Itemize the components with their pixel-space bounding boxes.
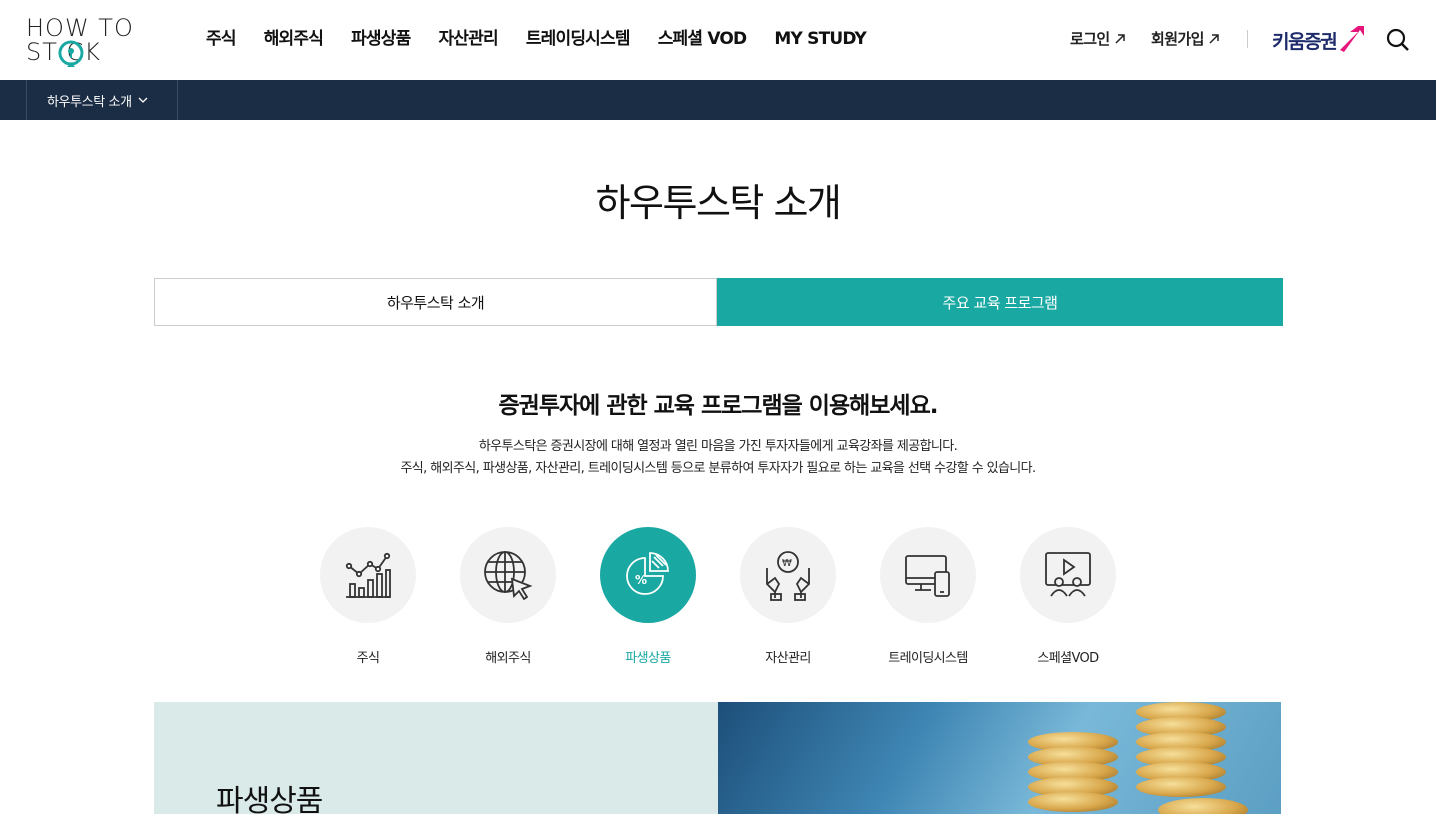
category-label: 해외주식 — [485, 651, 531, 666]
gnb-item-stock[interactable]: 주식 — [206, 27, 236, 51]
intro-heading: 증권투자에 관한 교육 프로그램을 이용해보세요. — [498, 393, 939, 419]
gnb-item-derivatives[interactable]: 파생상품 — [351, 27, 411, 51]
category-label: 트레이딩시스템 — [888, 651, 968, 666]
logo-lock-icon — [58, 40, 84, 67]
search-icon[interactable] — [1386, 28, 1410, 52]
howtostock-logo[interactable]: HOW TO ST CK — [26, 14, 136, 67]
logo-text-top: HOW TO — [26, 14, 134, 42]
sub-nav-bar: 하우투스탁 소개 — [0, 80, 1436, 120]
category-circle — [320, 527, 416, 623]
global-nav: 주식 해외주식 파생상품 자산관리 트레이딩시스템 스페셜 VOD MY STU… — [206, 27, 894, 51]
category-overseas-stock[interactable]: 해외주식 — [460, 527, 556, 666]
category-label: 주식 — [356, 651, 380, 666]
gnb-item-special-vod[interactable]: 스페셜 VOD — [658, 27, 747, 51]
kiwoom-arrow-icon — [1340, 26, 1364, 52]
intro-paragraph: 하우투스탁은 증권시장에 대해 열정과 열린 마음을 가진 투자자들에게 교육강… — [0, 436, 1436, 480]
category-circle: ₩ — [740, 527, 836, 623]
category-stock[interactable]: 주식 — [320, 527, 416, 666]
signup-label: 회원가입 — [1151, 30, 1204, 48]
coin-shape — [1028, 792, 1118, 812]
svg-text:₩: ₩ — [782, 558, 792, 569]
intro-line-1: 하우투스탁은 증권시장에 대해 열정과 열린 마음을 가진 투자자들에게 교육강… — [478, 439, 958, 454]
top-header: HOW TO ST CK 주식 해외주식 파생상품 자산관리 트레이딩시스템 스… — [0, 0, 1436, 80]
gnb-item-trading-system[interactable]: 트레이딩시스템 — [526, 27, 631, 51]
location-dropdown[interactable]: 하우투스탁 소개 — [26, 80, 178, 120]
signup-link[interactable]: 회원가입 — [1151, 28, 1220, 49]
tab-main-programs[interactable]: 주요 교육 프로그램 — [717, 278, 1283, 326]
kiwoom-securities-logo[interactable]: 키움증권 — [1272, 24, 1367, 56]
external-arrow-icon — [1115, 33, 1125, 44]
category-circle: % — [600, 527, 696, 623]
category-label: 파생상품 — [625, 651, 671, 666]
login-label: 로그인 — [1070, 30, 1110, 48]
category-circle — [1020, 527, 1116, 623]
video-people-icon — [1045, 552, 1091, 597]
stock-chart-icon — [345, 552, 391, 598]
category-circle — [880, 527, 976, 623]
category-label: 스페셜VOD — [1037, 651, 1099, 666]
category-special-vod[interactable]: 스페셜VOD — [1020, 527, 1116, 666]
gnb-item-asset-management[interactable]: 자산관리 — [438, 27, 498, 51]
intro-line-2: 주식, 해외주식, 파생상품, 자산관리, 트레이딩시스템 등으로 분류하여 투… — [400, 461, 1036, 476]
header-divider — [1247, 30, 1248, 48]
content-tabs: 하우투스탁 소개 주요 교육 프로그램 — [154, 278, 1283, 326]
chevron-down-icon — [138, 97, 148, 103]
kiwoom-logo-text: 키움증권 — [1272, 31, 1338, 53]
program-banner-title: 파생상품 — [216, 784, 323, 814]
coin-shape — [1158, 798, 1248, 814]
login-link[interactable]: 로그인 — [1070, 28, 1126, 49]
external-arrow-icon — [1209, 33, 1219, 44]
program-banner-text-panel: 파생상품 — [154, 702, 718, 814]
category-asset-management[interactable]: ₩ 자산관리 — [740, 527, 836, 666]
svg-text:%: % — [635, 573, 647, 587]
tab-about[interactable]: 하우투스탁 소개 — [154, 278, 717, 326]
globe-cursor-icon — [484, 551, 533, 601]
gnb-item-my-study[interactable]: MY STUDY — [774, 27, 866, 51]
location-label: 하우투스탁 소개 — [47, 94, 132, 110]
hands-coin-icon: ₩ — [766, 551, 810, 601]
program-banner-image — [718, 702, 1281, 814]
page-title: 하우투스탁 소개 — [595, 181, 842, 225]
category-circle — [460, 527, 556, 623]
category-list: 주식 해외주식 % 파생상품 ₩ 자산관리 트레이딩시스템 스페셜VOD — [320, 527, 1120, 667]
coin-shape — [1136, 777, 1226, 797]
devices-icon — [905, 555, 950, 597]
gnb-item-overseas-stock[interactable]: 해외주식 — [264, 27, 324, 51]
category-derivatives[interactable]: % 파생상품 — [600, 527, 696, 666]
pie-percent-icon: % — [626, 552, 669, 595]
category-trading-system[interactable]: 트레이딩시스템 — [880, 527, 976, 666]
category-label: 자산관리 — [765, 651, 811, 666]
